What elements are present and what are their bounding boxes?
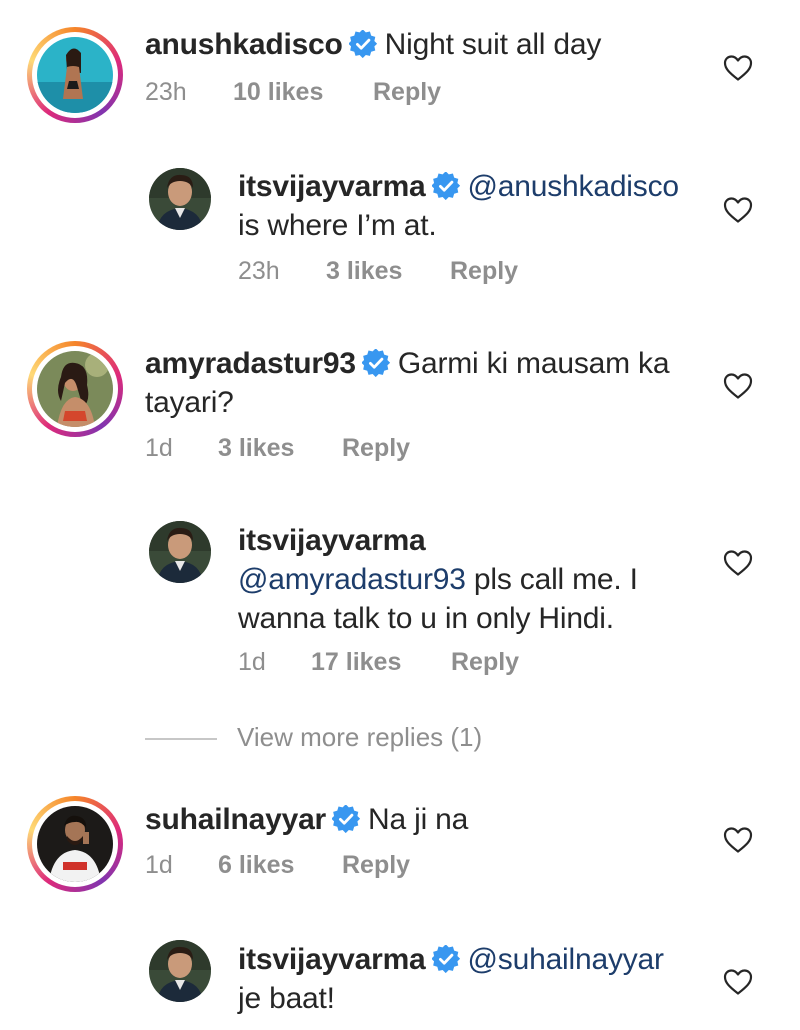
likes-count[interactable]: 17 likes <box>311 648 451 677</box>
comment-time: 1d <box>238 648 266 676</box>
reply-button[interactable]: Reply <box>373 78 441 107</box>
comment-text-line1: Garmi ki mausam ka <box>397 347 670 380</box>
avatar-photo <box>37 806 113 882</box>
username[interactable]: suhailnayyar <box>145 803 326 836</box>
likes-count[interactable]: 6 likes <box>218 851 342 880</box>
username[interactable]: itsvijayvarma <box>238 170 426 203</box>
reply-button[interactable]: Reply <box>342 851 410 880</box>
view-more-replies[interactable]: View more replies (1) <box>145 722 482 753</box>
avatar[interactable] <box>149 940 211 1002</box>
username[interactable]: amyradastur93 <box>145 347 356 380</box>
mention-link[interactable]: @suhailnayyar <box>468 943 664 976</box>
divider-line <box>145 738 217 741</box>
comment-text: is where I’m at. <box>238 209 437 242</box>
avatar-photo <box>149 168 211 230</box>
avatar[interactable] <box>27 796 123 892</box>
comment-text: je baat! <box>238 982 335 1015</box>
avatar-photo <box>37 351 113 427</box>
username[interactable]: itsvijayvarma <box>238 524 426 557</box>
reply-button[interactable]: Reply <box>342 434 410 463</box>
mention-link[interactable]: @amyradastur93 <box>238 563 466 596</box>
comment-text: Na ji na <box>368 803 469 836</box>
verified-badge-icon <box>332 805 360 833</box>
avatar[interactable] <box>27 27 123 123</box>
verified-badge-icon <box>432 945 460 973</box>
comment-text-line2: wanna talk to u in only Hindi. <box>238 602 614 635</box>
comment-time: 1d <box>145 851 173 879</box>
avatar[interactable] <box>27 341 123 437</box>
avatar-photo <box>149 521 211 583</box>
mention-link[interactable]: @anushkadisco <box>468 170 680 203</box>
reply-button[interactable]: Reply <box>451 648 519 677</box>
heart-outline-icon[interactable] <box>723 54 753 82</box>
heart-outline-icon[interactable] <box>723 372 753 400</box>
likes-count[interactable]: 10 likes <box>233 78 373 107</box>
heart-outline-icon[interactable] <box>723 196 753 224</box>
heart-outline-icon[interactable] <box>723 968 753 996</box>
reply-button[interactable]: Reply <box>450 257 518 286</box>
comment-text-line1: pls call me. I <box>465 563 638 596</box>
comment-time: 23h <box>145 78 187 106</box>
username[interactable]: itsvijayvarma <box>238 943 426 976</box>
avatar-photo <box>37 37 113 113</box>
username[interactable]: anushkadisco <box>145 28 343 61</box>
heart-outline-icon[interactable] <box>723 826 753 854</box>
verified-badge-icon <box>432 172 460 200</box>
avatar-photo <box>149 940 211 1002</box>
comment-time: 1d <box>145 434 173 462</box>
view-more-label: View more replies (1) <box>237 722 483 752</box>
comment-time: 23h <box>238 257 280 285</box>
avatar[interactable] <box>149 521 211 583</box>
avatar[interactable] <box>149 168 211 230</box>
verified-badge-icon <box>349 30 377 58</box>
comment-text: Night suit all day <box>384 28 602 61</box>
likes-count[interactable]: 3 likes <box>218 434 342 463</box>
verified-badge-icon <box>362 349 390 377</box>
comment-text-line2: tayari? <box>145 386 234 419</box>
likes-count[interactable]: 3 likes <box>326 257 450 286</box>
heart-outline-icon[interactable] <box>723 549 753 577</box>
